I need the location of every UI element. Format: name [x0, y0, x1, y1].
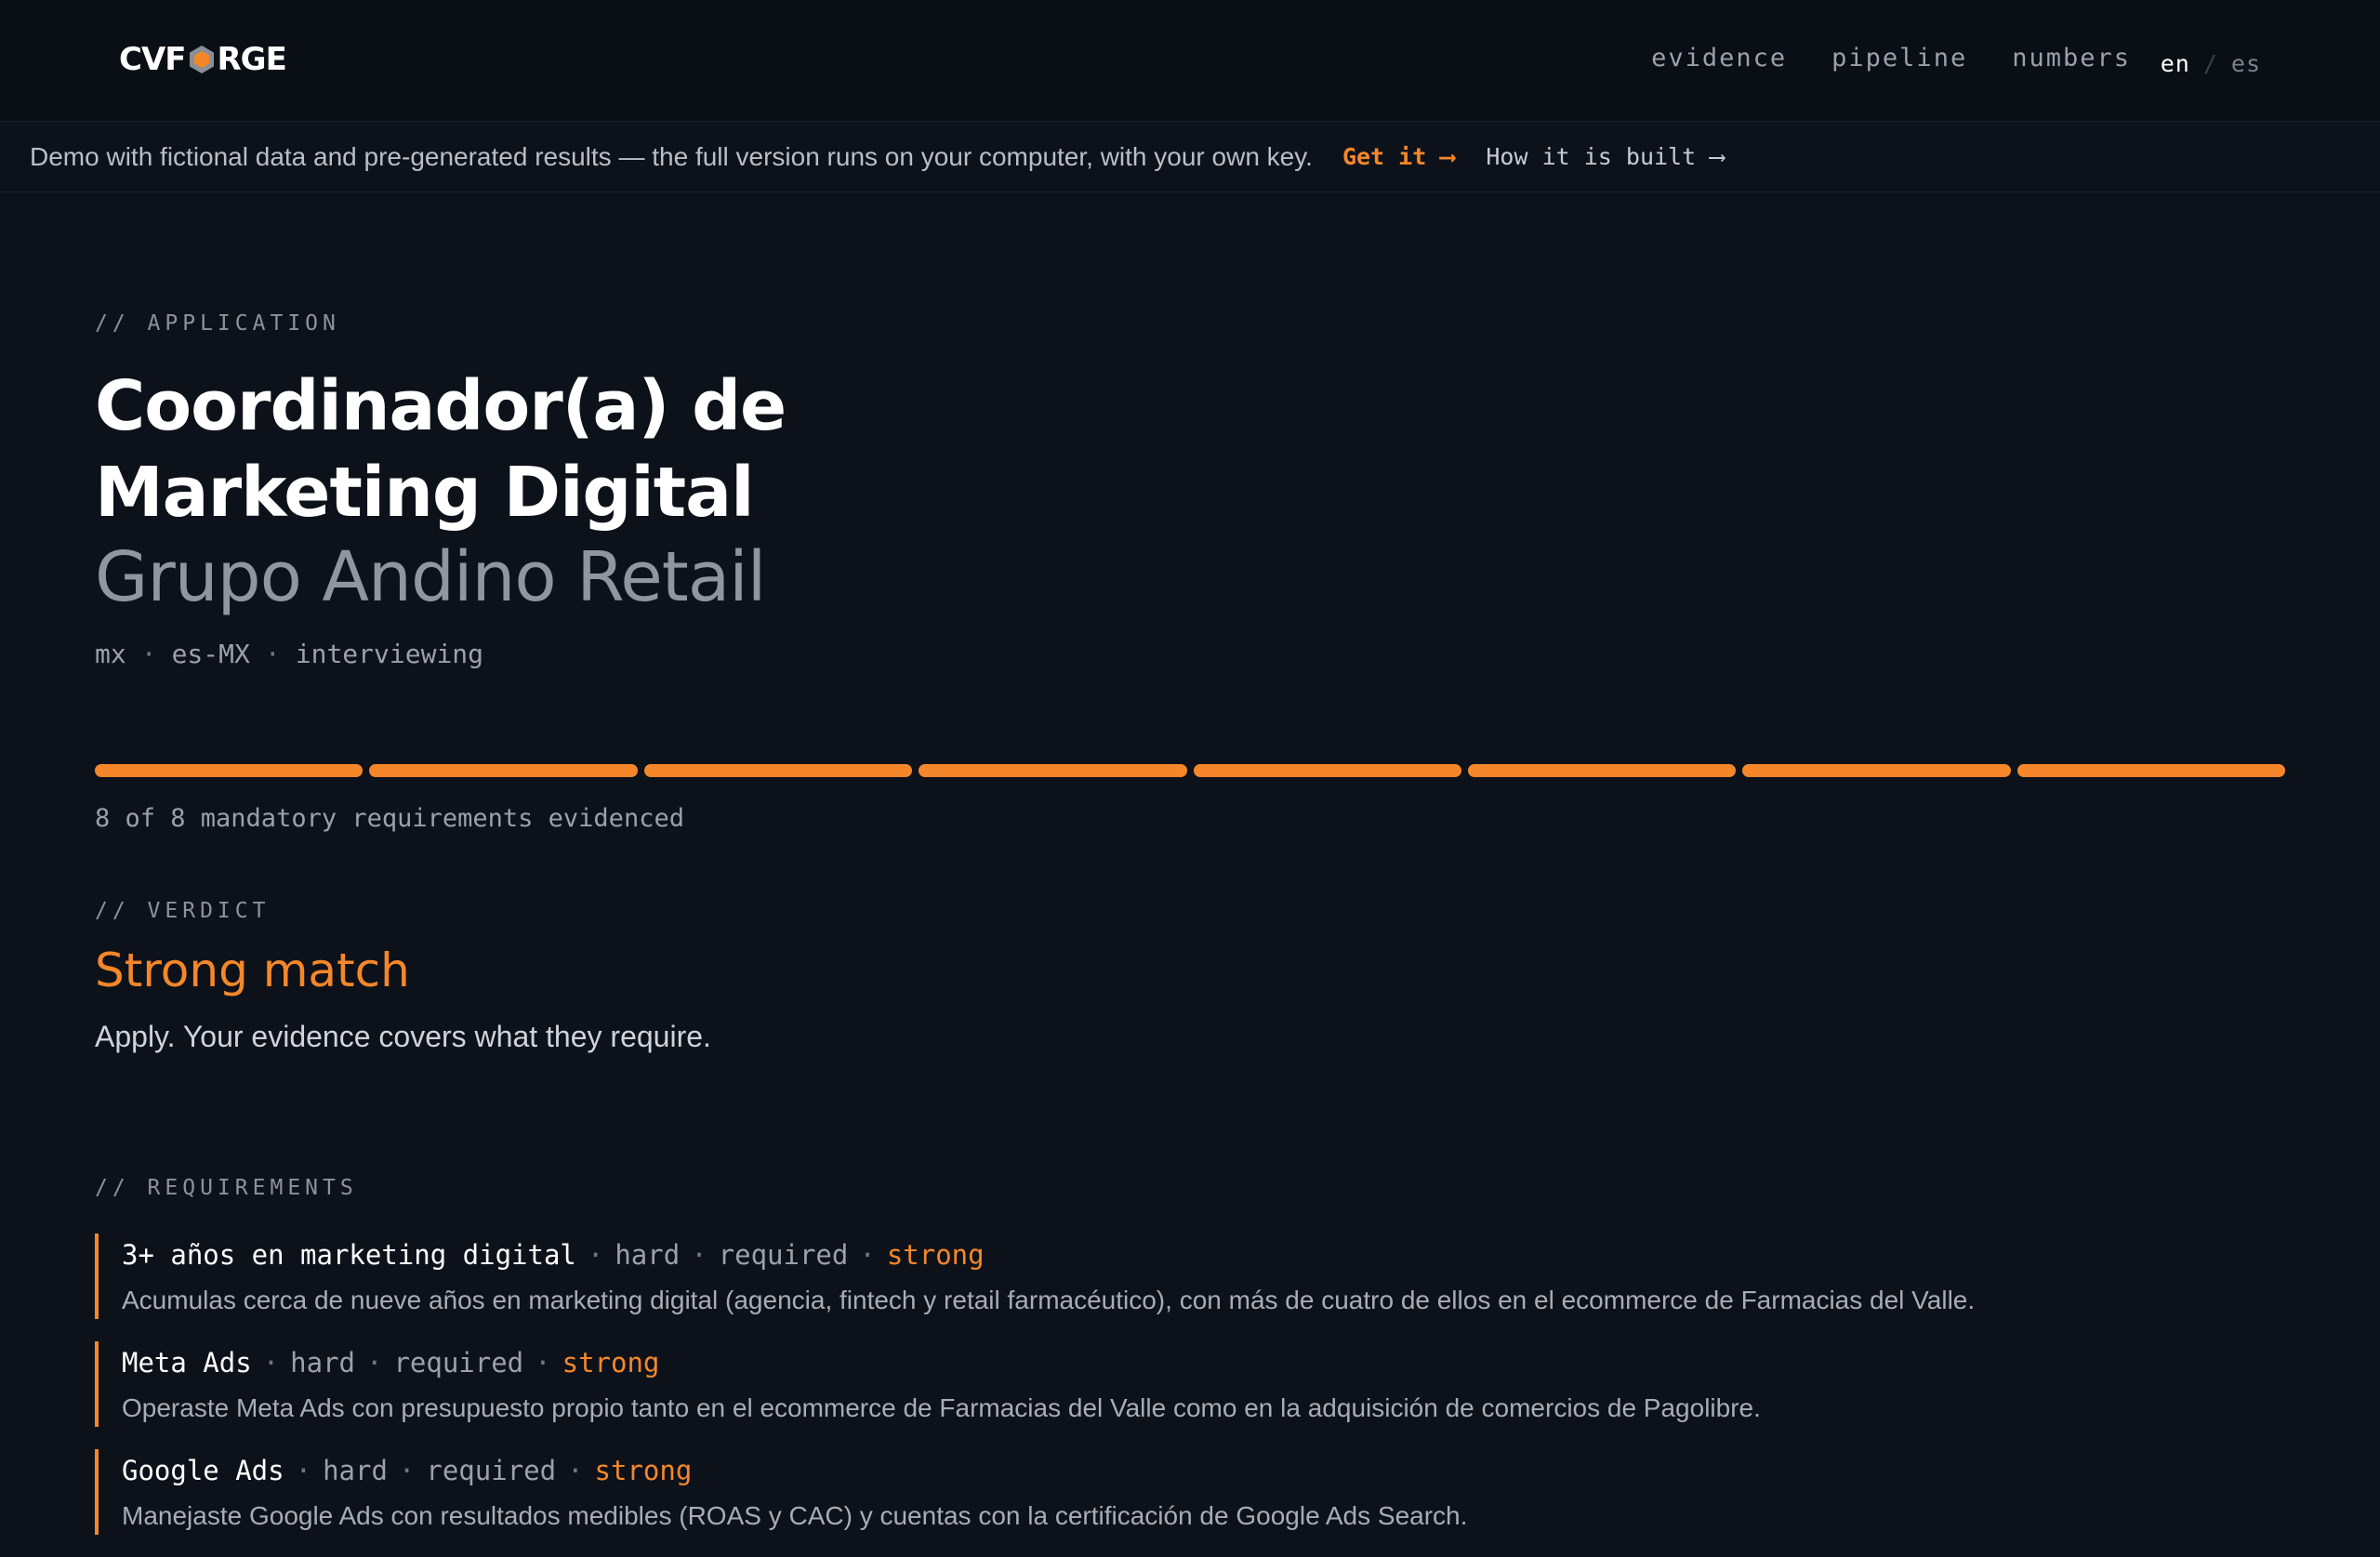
requirement-strength: strong: [562, 1347, 660, 1379]
job-title-line-2: Marketing Digital: [95, 453, 754, 533]
verdict-eyebrow: // VERDICT: [95, 899, 271, 923]
requirement-item: Meta Ads · hard · required · strong Operaste M…: [95, 1341, 2285, 1427]
meta-locale: es-MX: [171, 639, 250, 669]
progress-segment: [1467, 764, 1737, 777]
requirement-item: 3+ años en marketing digital · hard · requir…: [95, 1234, 2285, 1319]
demo-banner-message: Demo with fictional data and pre-generat…: [30, 141, 1313, 171]
progress-segment: [1193, 764, 1461, 777]
progress-segment: [1742, 764, 2011, 777]
meta-status: interviewing: [295, 639, 484, 669]
top-navigation-bar: CVF RGE evidence pipeline numbers en / e…: [0, 0, 2380, 122]
requirement-header: 3+ años en marketing digital · hard · requir…: [122, 1239, 985, 1271]
job-title: Coordinador(a) de Marketing Digital: [95, 363, 932, 536]
requirement-item: Google Ads · hard · required · strong Manejast…: [95, 1449, 2285, 1535]
lang-separator: /: [2202, 49, 2218, 77]
requirements-list: 3+ años en marketing digital · hard · requir…: [95, 1234, 2285, 1557]
requirement-kind: hard: [290, 1347, 355, 1379]
progress-segment: [369, 764, 638, 777]
logo-text-left: CVF: [119, 41, 186, 78]
requirement-description: Acumulas cerca de nueve años en marketin…: [122, 1286, 1976, 1314]
requirements-progress-text: 8 of 8 mandatory requirements evidenced: [95, 804, 684, 833]
language-switcher: en / es: [2161, 45, 2261, 82]
main-nav: evidence pipeline numbers: [1651, 39, 2131, 76]
logo-text-right: RGE: [217, 41, 287, 78]
requirement-necessity: required: [426, 1455, 557, 1486]
progress-segment: [95, 764, 364, 777]
requirement-header: Google Ads · hard · required · strong: [122, 1455, 693, 1486]
verdict-text: Apply. Your evidence covers what they re…: [95, 1020, 711, 1053]
get-it-link[interactable]: Get it ⟶: [1342, 143, 1454, 170]
requirement-necessity: required: [393, 1347, 524, 1379]
requirement-description: Manejaste Google Ads con resultados medi…: [122, 1501, 1468, 1530]
meta-country: mx: [95, 639, 126, 669]
progress-segment: [643, 764, 913, 777]
requirement-kind: hard: [323, 1455, 388, 1486]
requirement-kind: hard: [615, 1239, 681, 1271]
progress-segment: [919, 764, 1187, 777]
verdict-title: Strong match: [95, 943, 410, 997]
requirement-name: Google Ads: [122, 1455, 284, 1486]
requirements-eyebrow: // REQUIREMENTS: [95, 1176, 358, 1200]
brand-logo[interactable]: CVF RGE: [119, 39, 287, 80]
nav-link-numbers[interactable]: numbers: [2012, 44, 2131, 73]
requirement-strength: strong: [886, 1239, 985, 1271]
how-it-is-built-link[interactable]: How it is built ⟶: [1486, 143, 1724, 170]
requirement-name: 3+ años en marketing digital: [122, 1239, 576, 1271]
nav-link-pipeline[interactable]: pipeline: [1831, 44, 1967, 73]
requirement-header: Meta Ads · hard · required · strong: [122, 1347, 660, 1379]
requirement-strength: strong: [594, 1455, 693, 1486]
company-name: Grupo Andino Retail: [95, 537, 766, 617]
lang-option-en[interactable]: en: [2161, 50, 2190, 77]
nav-link-evidence[interactable]: evidence: [1651, 44, 1787, 73]
requirement-necessity: required: [718, 1239, 849, 1271]
job-title-line-1: Coordinador(a) de: [95, 366, 787, 446]
progress-segment: [2016, 764, 2285, 777]
demo-banner: Demo with fictional data and pre-generat…: [0, 122, 2380, 192]
requirements-progress-bar: [95, 764, 2285, 777]
requirement-description: Operaste Meta Ads con presupuesto propio…: [122, 1393, 1761, 1422]
application-eyebrow: // APPLICATION: [95, 311, 340, 336]
hexagon-icon: [189, 46, 214, 73]
requirement-name: Meta Ads: [122, 1347, 252, 1379]
lang-option-es[interactable]: es: [2231, 50, 2261, 77]
application-meta: mx · es-MX · interviewing: [95, 639, 484, 669]
